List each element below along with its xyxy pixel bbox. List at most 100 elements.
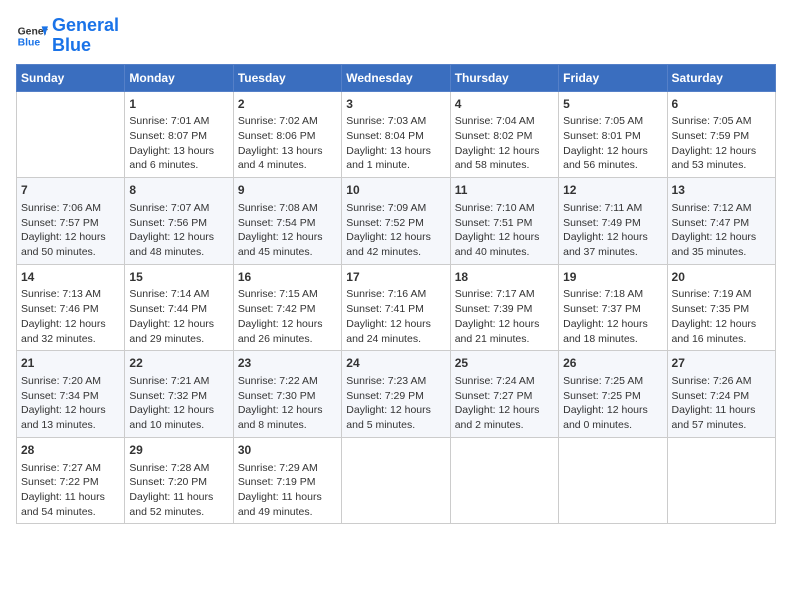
- logo: General Blue GeneralBlue: [16, 16, 119, 56]
- day-number: 30: [238, 442, 337, 459]
- calendar-cell: 6Sunrise: 7:05 AM Sunset: 7:59 PM Daylig…: [667, 91, 775, 178]
- day-info: Sunrise: 7:15 AM Sunset: 7:42 PM Dayligh…: [238, 287, 337, 346]
- day-number: 18: [455, 269, 554, 286]
- day-number: 29: [129, 442, 228, 459]
- calendar-cell: 10 Sunrise: 7:09 AM Sunset: 7:52 PM Dayli…: [342, 178, 450, 265]
- calendar-cell: 8 Sunrise: 7:07 AM Sunset: 7:56 PM Daylig…: [125, 178, 233, 265]
- day-info: Sunrise: 7:27 AM Sunset: 7:22 PM Dayligh…: [21, 461, 120, 520]
- day-info: Sunrise: 7:21 AM Sunset: 7:32 PM Dayligh…: [129, 374, 228, 433]
- day-info: Sunrise: 7:26 AM Sunset: 7:24 PM Dayligh…: [672, 374, 771, 433]
- day-number: 17: [346, 269, 445, 286]
- calendar-cell: 17Sunrise: 7:16 AM Sunset: 7:41 PM Dayli…: [342, 264, 450, 351]
- day-number: 16: [238, 269, 337, 286]
- day-number: 28: [21, 442, 120, 459]
- calendar-cell: 14Sunrise: 7:13 AM Sunset: 7:46 PM Dayli…: [17, 264, 125, 351]
- day-info: Sunrise: 7:07 AM Sunset: 7:56 PM Dayligh…: [129, 201, 228, 260]
- day-info: Sunrise: 7:23 AM Sunset: 7:29 PM Dayligh…: [346, 374, 445, 433]
- day-number: 15: [129, 269, 228, 286]
- calendar-cell: 21 Sunrise: 7:20 AM Sunset: 7:34 PM Dayli…: [17, 351, 125, 438]
- calendar-cell: 16Sunrise: 7:15 AM Sunset: 7:42 PM Dayli…: [233, 264, 341, 351]
- calendar-cell: 11Sunrise: 7:10 AM Sunset: 7:51 PM Dayli…: [450, 178, 558, 265]
- calendar-cell: [667, 437, 775, 524]
- logo-text: GeneralBlue: [52, 16, 119, 56]
- day-number: 19: [563, 269, 662, 286]
- day-number: 7: [21, 182, 120, 199]
- day-info: Sunrise: 7:24 AM Sunset: 7:27 PM Dayligh…: [455, 374, 554, 433]
- calendar-cell: 24 Sunrise: 7:23 AM Sunset: 7:29 PM Dayli…: [342, 351, 450, 438]
- calendar-cell: 18Sunrise: 7:17 AM Sunset: 7:39 PM Dayli…: [450, 264, 558, 351]
- calendar-cell: 27 Sunrise: 7:26 AM Sunset: 7:24 PM Dayli…: [667, 351, 775, 438]
- day-info: Sunrise: 7:04 AM Sunset: 8:02 PM Dayligh…: [455, 114, 554, 173]
- day-number: 25: [455, 355, 554, 372]
- day-number: 24: [346, 355, 445, 372]
- day-info: Sunrise: 7:06 AM Sunset: 7:57 PM Dayligh…: [21, 201, 120, 260]
- calendar-cell: 29 Sunrise: 7:28 AM Sunset: 7:20 PM Dayli…: [125, 437, 233, 524]
- day-info: Sunrise: 7:18 AM Sunset: 7:37 PM Dayligh…: [563, 287, 662, 346]
- logo-icon: General Blue: [16, 20, 48, 52]
- day-info: Sunrise: 7:17 AM Sunset: 7:39 PM Dayligh…: [455, 287, 554, 346]
- calendar-cell: [17, 91, 125, 178]
- calendar-cell: 25 Sunrise: 7:24 AM Sunset: 7:27 PM Dayli…: [450, 351, 558, 438]
- day-info: Sunrise: 7:14 AM Sunset: 7:44 PM Dayligh…: [129, 287, 228, 346]
- day-number: 14: [21, 269, 120, 286]
- calendar-cell: 23Sunrise: 7:22 AM Sunset: 7:30 PM Dayli…: [233, 351, 341, 438]
- calendar-table: SundayMondayTuesdayWednesdayThursdayFrid…: [16, 64, 776, 525]
- calendar-cell: 1Sunrise: 7:01 AM Sunset: 8:07 PM Daylig…: [125, 91, 233, 178]
- calendar-cell: 2Sunrise: 7:02 AM Sunset: 8:06 PM Daylig…: [233, 91, 341, 178]
- day-number: 11: [455, 182, 554, 199]
- calendar-cell: 22 Sunrise: 7:21 AM Sunset: 7:32 PM Dayli…: [125, 351, 233, 438]
- day-number: 13: [672, 182, 771, 199]
- day-number: 9: [238, 182, 337, 199]
- day-number: 10: [346, 182, 445, 199]
- calendar-cell: [450, 437, 558, 524]
- day-number: 6: [672, 96, 771, 113]
- day-number: 4: [455, 96, 554, 113]
- day-info: Sunrise: 7:25 AM Sunset: 7:25 PM Dayligh…: [563, 374, 662, 433]
- calendar-cell: 5Sunrise: 7:05 AM Sunset: 8:01 PM Daylig…: [559, 91, 667, 178]
- calendar-cell: 30Sunrise: 7:29 AM Sunset: 7:19 PM Dayli…: [233, 437, 341, 524]
- day-number: 20: [672, 269, 771, 286]
- day-info: Sunrise: 7:05 AM Sunset: 8:01 PM Dayligh…: [563, 114, 662, 173]
- calendar-cell: 9 Sunrise: 7:08 AM Sunset: 7:54 PM Daylig…: [233, 178, 341, 265]
- weekday-header-wednesday: Wednesday: [342, 64, 450, 91]
- day-number: 12: [563, 182, 662, 199]
- calendar-cell: 3Sunrise: 7:03 AM Sunset: 8:04 PM Daylig…: [342, 91, 450, 178]
- weekday-header-friday: Friday: [559, 64, 667, 91]
- day-info: Sunrise: 7:02 AM Sunset: 8:06 PM Dayligh…: [238, 114, 337, 173]
- calendar-cell: 28 Sunrise: 7:27 AM Sunset: 7:22 PM Dayli…: [17, 437, 125, 524]
- calendar-cell: 7 Sunrise: 7:06 AM Sunset: 7:57 PM Daylig…: [17, 178, 125, 265]
- calendar-cell: [559, 437, 667, 524]
- day-number: 2: [238, 96, 337, 113]
- day-number: 23: [238, 355, 337, 372]
- day-info: Sunrise: 7:20 AM Sunset: 7:34 PM Dayligh…: [21, 374, 120, 433]
- day-info: Sunrise: 7:01 AM Sunset: 8:07 PM Dayligh…: [129, 114, 228, 173]
- day-info: Sunrise: 7:05 AM Sunset: 7:59 PM Dayligh…: [672, 114, 771, 173]
- day-info: Sunrise: 7:13 AM Sunset: 7:46 PM Dayligh…: [21, 287, 120, 346]
- svg-text:Blue: Blue: [18, 37, 41, 48]
- day-info: Sunrise: 7:03 AM Sunset: 8:04 PM Dayligh…: [346, 114, 445, 173]
- day-number: 21: [21, 355, 120, 372]
- day-info: Sunrise: 7:11 AM Sunset: 7:49 PM Dayligh…: [563, 201, 662, 260]
- day-number: 1: [129, 96, 228, 113]
- weekday-header-tuesday: Tuesday: [233, 64, 341, 91]
- day-info: Sunrise: 7:28 AM Sunset: 7:20 PM Dayligh…: [129, 461, 228, 520]
- day-info: Sunrise: 7:12 AM Sunset: 7:47 PM Dayligh…: [672, 201, 771, 260]
- calendar-cell: 13 Sunrise: 7:12 AM Sunset: 7:47 PM Dayli…: [667, 178, 775, 265]
- page-header: General Blue GeneralBlue: [16, 16, 776, 56]
- calendar-cell: 19Sunrise: 7:18 AM Sunset: 7:37 PM Dayli…: [559, 264, 667, 351]
- day-number: 5: [563, 96, 662, 113]
- day-number: 26: [563, 355, 662, 372]
- calendar-cell: 15Sunrise: 7:14 AM Sunset: 7:44 PM Dayli…: [125, 264, 233, 351]
- calendar-cell: 4Sunrise: 7:04 AM Sunset: 8:02 PM Daylig…: [450, 91, 558, 178]
- day-info: Sunrise: 7:08 AM Sunset: 7:54 PM Dayligh…: [238, 201, 337, 260]
- day-info: Sunrise: 7:16 AM Sunset: 7:41 PM Dayligh…: [346, 287, 445, 346]
- weekday-header-thursday: Thursday: [450, 64, 558, 91]
- calendar-cell: [342, 437, 450, 524]
- weekday-header-monday: Monday: [125, 64, 233, 91]
- day-info: Sunrise: 7:09 AM Sunset: 7:52 PM Dayligh…: [346, 201, 445, 260]
- day-number: 27: [672, 355, 771, 372]
- weekday-header-saturday: Saturday: [667, 64, 775, 91]
- day-info: Sunrise: 7:19 AM Sunset: 7:35 PM Dayligh…: [672, 287, 771, 346]
- day-number: 22: [129, 355, 228, 372]
- day-number: 8: [129, 182, 228, 199]
